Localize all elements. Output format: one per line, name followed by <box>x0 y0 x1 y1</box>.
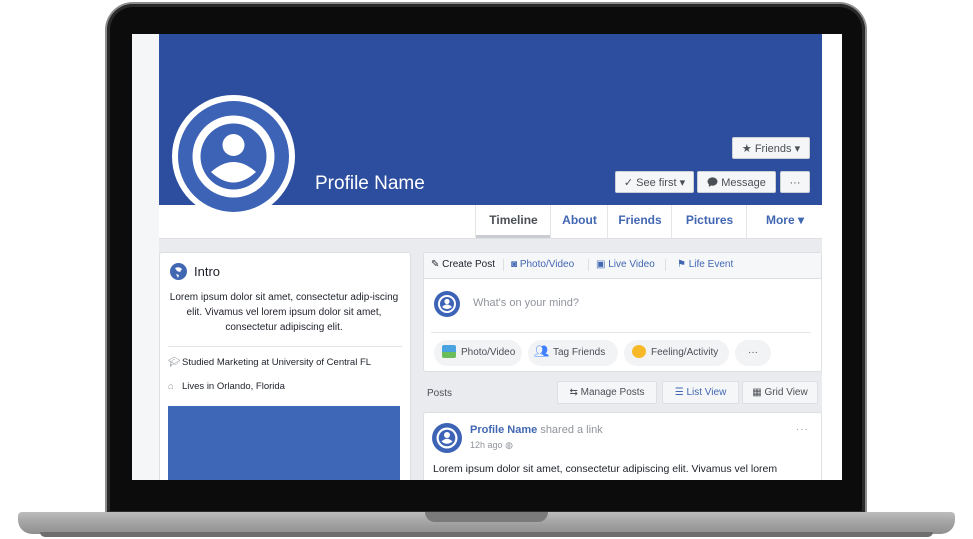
intro-location: ⌂ Lives in Orlando, Florida <box>168 381 285 392</box>
profile-name[interactable]: Profile Name <box>315 173 425 195</box>
see-first-button[interactable]: ✓ See first ▾ <box>615 171 694 193</box>
manage-icon: ⇆ <box>569 387 578 398</box>
page-gutter-right <box>822 34 842 480</box>
caret-down-icon: ▾ <box>679 177 686 189</box>
more-options-button[interactable]: ··· <box>780 171 810 193</box>
camera-icon: ◙ <box>511 259 518 270</box>
tag-friends-action[interactable]: 👥︎ Tag Friends <box>528 340 618 366</box>
laptop-base-shadow <box>40 532 933 537</box>
tab-friends[interactable]: Friends <box>607 205 672 238</box>
life-event-tab[interactable]: ⚑ Life Event <box>677 259 733 270</box>
post-header: Profile Name shared a link <box>470 424 603 436</box>
post-author-avatar[interactable] <box>432 423 462 453</box>
grid-view-button[interactable]: ▦ Grid View <box>742 381 818 404</box>
live-video-tab[interactable]: ▣ Live Video <box>596 259 655 270</box>
home-icon: ⌂ <box>168 381 174 392</box>
friends-button[interactable]: ★ Friends ▾ <box>732 137 810 159</box>
globe-icon: ◍ <box>505 440 513 450</box>
tab-timeline[interactable]: Timeline <box>475 205 551 238</box>
photo-video-action[interactable]: Photo/Video <box>434 340 522 366</box>
intro-education: 🎓︎ Studied Marketing at University of Cen… <box>168 357 372 368</box>
avatar[interactable] <box>178 101 289 212</box>
status-input[interactable]: What's on your mind? <box>473 297 579 309</box>
list-icon: ☰ <box>674 387 684 398</box>
page-gutter-left <box>132 34 159 480</box>
photo-video-tab[interactable]: ◙ Photo/Video <box>511 259 574 270</box>
flag-icon: ⚑ <box>677 259 686 270</box>
post-author-link[interactable]: Profile Name <box>470 424 537 436</box>
star-icon: ★ <box>741 143 752 155</box>
intro-bio: Lorem ipsum dolor sit amet, consectetur … <box>169 292 399 333</box>
caret-down-icon: ▾ <box>794 143 801 155</box>
tab-separator <box>503 259 504 271</box>
tab-separator <box>588 259 589 271</box>
post-timestamp[interactable]: 12h ago ◍ <box>470 440 513 451</box>
check-icon: ✓ <box>623 177 634 189</box>
default-user-icon <box>192 115 275 198</box>
graduation-cap-icon: 🎓︎ <box>168 357 181 368</box>
tab-more[interactable]: More ▾ <box>746 205 823 238</box>
divider <box>431 332 811 333</box>
manage-posts-button[interactable]: ⇆ Manage Posts <box>557 381 657 404</box>
video-camera-icon: ▣ <box>596 259 606 270</box>
photo-icon <box>442 344 456 358</box>
tab-about[interactable]: About <box>550 205 608 238</box>
tab-separator <box>665 259 666 271</box>
post-text: Lorem ipsum dolor sit amet, consectetur … <box>433 463 778 475</box>
divider <box>168 346 402 347</box>
messenger-icon <box>707 177 718 187</box>
tag-friends-icon: 👥︎ <box>534 343 550 358</box>
caret-down-icon: ▾ <box>797 213 805 227</box>
create-post-tab[interactable]: ✎ Create Post <box>431 259 495 270</box>
laptop-notch <box>425 512 548 522</box>
photos-placeholder <box>168 406 400 480</box>
grid-icon: ▦ <box>752 387 762 398</box>
globe-icon <box>170 263 187 280</box>
intro-title: Intro <box>194 264 221 279</box>
post-menu-button[interactable]: ··· <box>796 424 809 435</box>
composer-avatar <box>434 291 460 317</box>
more-actions-button[interactable]: ··· <box>735 340 771 366</box>
message-button[interactable]: Message <box>697 171 776 193</box>
smiley-icon <box>632 344 646 358</box>
pencil-icon: ✎ <box>431 259 440 270</box>
list-view-button[interactable]: ☰ List View <box>662 381 739 404</box>
tab-pictures[interactable]: Pictures <box>671 205 747 238</box>
screen: ★ Friends ▾ ✓ See first ▾ Message ··· Ti… <box>132 34 842 480</box>
posts-label: Posts <box>427 388 453 399</box>
feeling-activity-action[interactable]: Feeling/Activity <box>624 340 729 366</box>
